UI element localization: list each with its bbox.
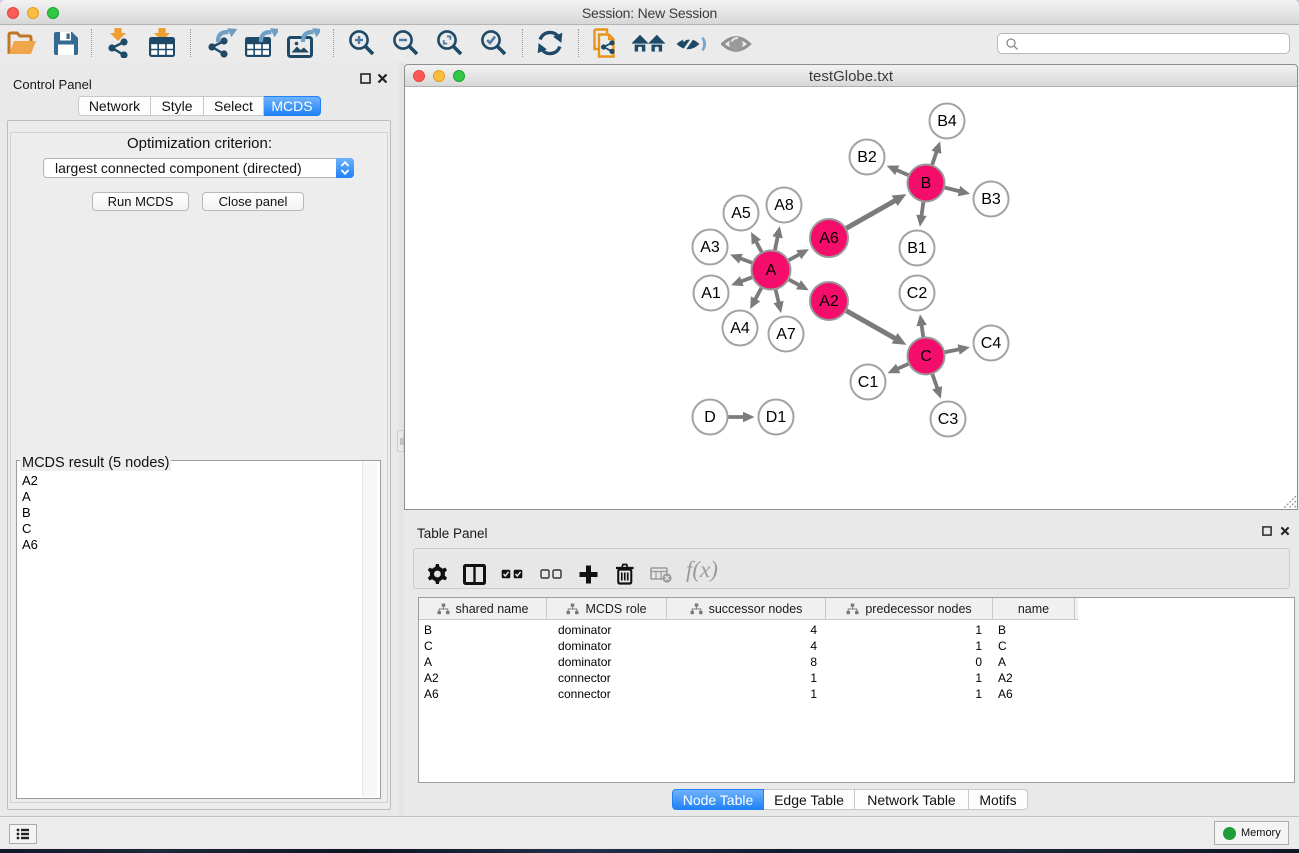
svg-text:A2: A2 <box>819 293 839 310</box>
svg-text:A: A <box>766 262 777 279</box>
svg-text:A1: A1 <box>701 285 721 302</box>
svg-text:A8: A8 <box>774 197 794 214</box>
svg-text:C: C <box>920 348 932 365</box>
svg-text:C4: C4 <box>981 335 1002 352</box>
svg-text:B: B <box>921 175 932 192</box>
svg-text:A7: A7 <box>776 326 796 343</box>
svg-text:C3: C3 <box>938 411 959 428</box>
svg-text:A5: A5 <box>731 205 751 222</box>
svg-text:A4: A4 <box>730 320 750 337</box>
svg-text:C1: C1 <box>858 374 879 391</box>
svg-text:D1: D1 <box>766 409 787 426</box>
svg-text:B1: B1 <box>907 240 927 257</box>
svg-text:B4: B4 <box>937 113 957 130</box>
svg-text:B2: B2 <box>857 149 877 166</box>
svg-text:B3: B3 <box>981 191 1001 208</box>
svg-text:D: D <box>704 409 716 426</box>
svg-text:C2: C2 <box>907 285 928 302</box>
svg-text:A3: A3 <box>700 239 720 256</box>
svg-text:A6: A6 <box>819 230 839 247</box>
